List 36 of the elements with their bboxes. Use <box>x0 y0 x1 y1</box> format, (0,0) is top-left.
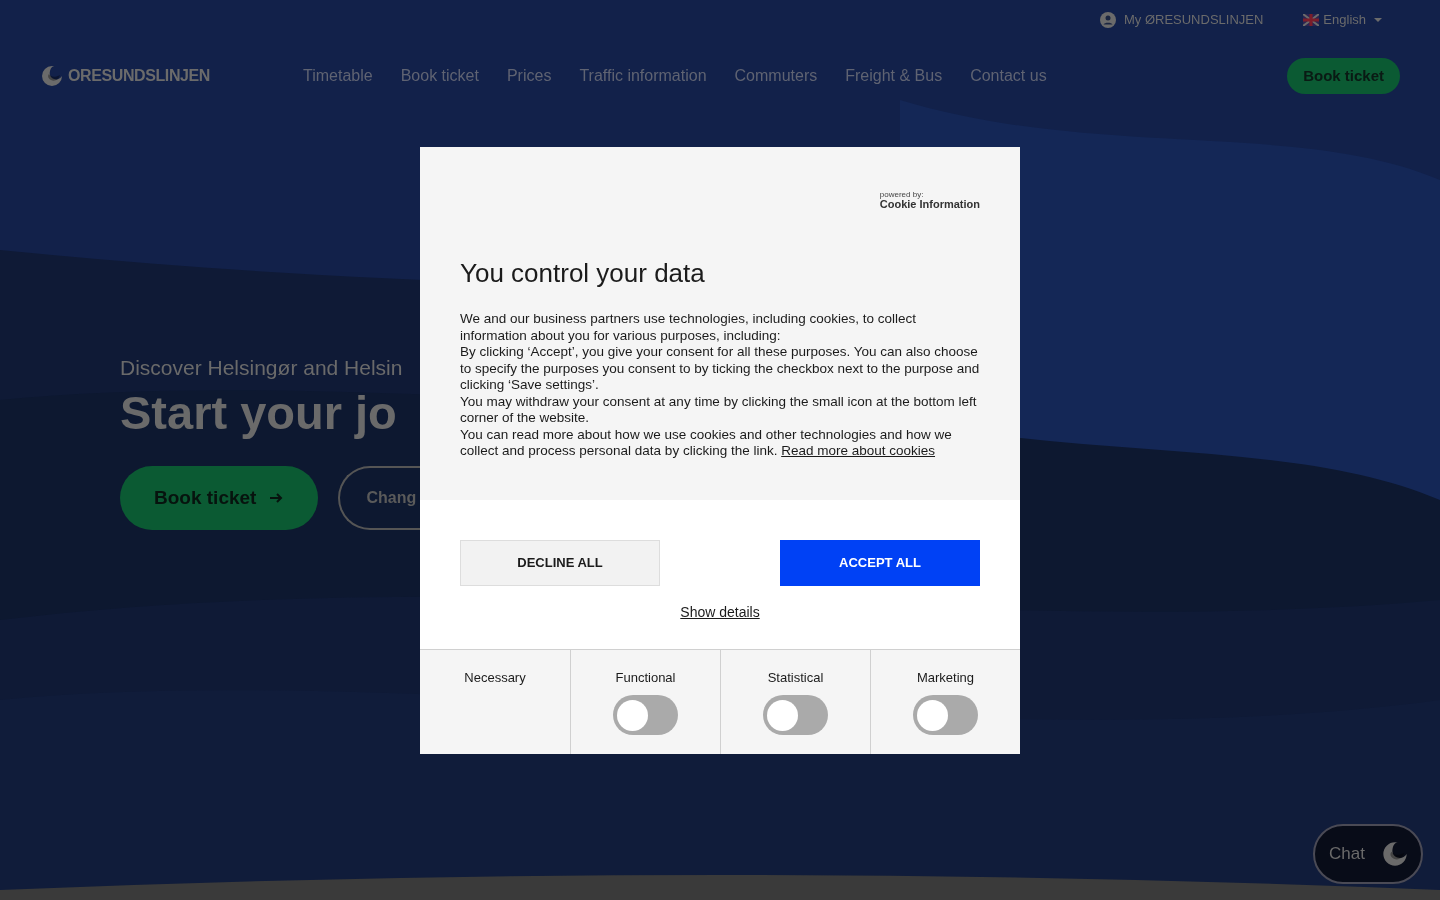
show-details-link[interactable]: Show details <box>680 601 760 623</box>
nav-link[interactable]: Freight & Bus <box>845 64 943 88</box>
nav-link[interactable]: Timetable <box>303 64 373 88</box>
consent-paragraph: You may withdraw your consent at any time by clicking the small icon at the bottom left corner of the website. <box>460 393 978 427</box>
consent-toggle[interactable] <box>763 695 828 735</box>
logo-wordmark: ORESUNDSLINJEN <box>68 66 210 86</box>
category-label: Statistical <box>767 668 824 687</box>
consent-paragraph: You can read more about how we use cookies and other technologies and how we collect and process personal data by clicking the link. Read more about cookies <box>460 426 953 460</box>
hero-book-button[interactable]: Book ticket <box>120 466 319 531</box>
provider-name: Cookie Information <box>879 199 980 210</box>
consent-paragraph: By clicking ‘Accept’, you give your consent for all these purposes. You can also choose to specify the purposes you consent to by ticking the checkbox next to the purpose and clicking ‘Save settings’. <box>460 344 980 394</box>
chat-button[interactable]: Chat <box>1313 824 1423 884</box>
category-label: Marketing <box>916 668 975 687</box>
nav-link[interactable]: Traffic information <box>579 64 707 88</box>
book-ticket-button[interactable]: Book ticket <box>1287 58 1400 94</box>
consent-toggle[interactable] <box>913 695 978 735</box>
decline-all-button[interactable]: DECLINE ALL <box>460 539 660 586</box>
dialog-title: You control your data <box>460 257 706 290</box>
caret-icon <box>1374 16 1382 24</box>
language-selector[interactable]: English <box>1303 10 1382 30</box>
cookies-link[interactable]: Read more about cookies <box>781 443 936 458</box>
hero-title: Start your jo <box>120 384 397 441</box>
user-avatar-icon <box>1099 12 1116 28</box>
accept-all-button[interactable]: ACCEPT ALL <box>780 539 980 586</box>
flag-icon <box>1303 14 1320 26</box>
category-label: Necessary <box>464 668 526 687</box>
hero-kicker: Discover Helsingør and Helsin <box>120 355 403 381</box>
consent-toggle[interactable] <box>613 695 678 735</box>
consent-paragraph: We and our business partners use technologies, including cookies, to collect information about you for various purposes, including: <box>460 311 917 344</box>
nav-link[interactable]: Book ticket <box>400 64 479 88</box>
nav-link[interactable]: Prices <box>506 64 552 88</box>
nav-link[interactable]: Contact us <box>970 64 1047 88</box>
powered-by-label: powered by: <box>879 191 925 199</box>
nav-link[interactable]: Commuters <box>734 64 818 88</box>
category-label: Functional <box>615 668 676 687</box>
account-link[interactable]: My ØRESUNDSLINJEN <box>1123 10 1264 30</box>
